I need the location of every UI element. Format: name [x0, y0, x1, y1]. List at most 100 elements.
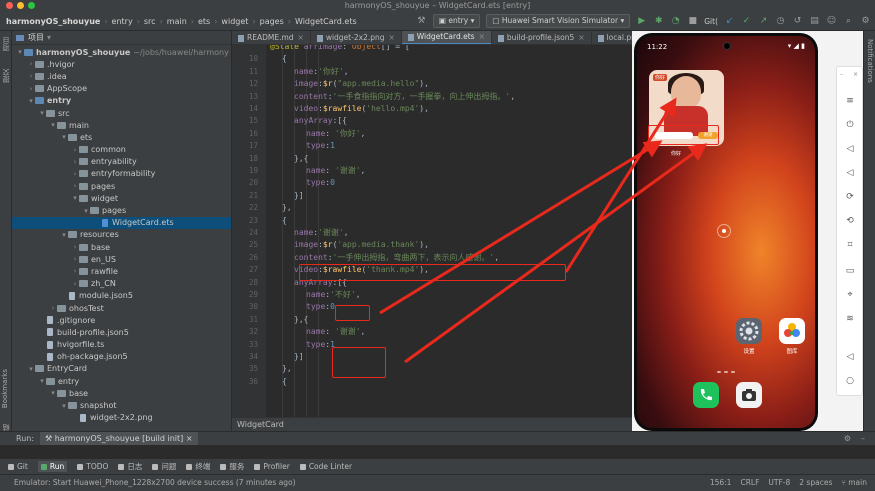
git-branch[interactable]: ⑂ main	[841, 475, 867, 491]
code-line[interactable]: 34}]	[232, 351, 632, 363]
tree-item[interactable]: ▾ harmonyOS_shouyue ~/jobs/huawei/harmony	[12, 46, 231, 58]
code-line[interactable]: 11 name:'你好',	[232, 66, 632, 78]
chevron-icon[interactable]: ›	[71, 255, 79, 263]
breadcrumb-item[interactable]: WidgetCard.ets	[295, 17, 357, 26]
code-line[interactable]: 23 {	[232, 215, 632, 227]
chevron-icon[interactable]: ›	[71, 267, 79, 275]
camera-app-icon[interactable]	[736, 382, 762, 408]
tree-item[interactable]: › entryformability	[12, 168, 231, 180]
module-selector[interactable]: ▣ entry ▾	[432, 14, 481, 28]
breadcrumb-item[interactable]: harmonyOS_shouyue	[6, 17, 100, 26]
tool-window-tab[interactable]: TODO	[77, 462, 108, 471]
line-separator[interactable]: CRLF	[740, 475, 759, 491]
code-line[interactable]: 36 {	[232, 376, 632, 388]
tool-window-tab[interactable]: Run	[37, 461, 68, 472]
user-icon[interactable]: ☺	[826, 16, 837, 27]
breadcrumb-item[interactable]: ets	[198, 17, 210, 26]
tree-item[interactable]: WidgetCard.ets	[12, 216, 231, 229]
home-icon[interactable]: ○	[844, 375, 856, 387]
window-controls[interactable]	[6, 2, 35, 9]
tool-window-tab[interactable]: Code Linter	[299, 462, 352, 471]
profile-icon[interactable]: ◔	[670, 16, 681, 27]
chevron-icon[interactable]: ›	[71, 170, 79, 178]
tree-item[interactable]: ▾ base	[12, 387, 231, 399]
close-tab-icon[interactable]: ×	[388, 31, 394, 44]
wifi-icon[interactable]: ≋	[844, 313, 856, 325]
chevron-icon[interactable]: ▾	[82, 207, 90, 215]
chevron-icon[interactable]: ▾	[38, 377, 46, 385]
code-line[interactable]: 14 video:$rawfile('hello.mp4'),	[232, 103, 632, 115]
tree-item[interactable]: ▾ entry	[12, 95, 231, 107]
code-line[interactable]: 26 content:'一手伸出拇指，弯曲两下，表示向人感谢。',	[232, 252, 632, 264]
search-icon[interactable]: ⌕	[843, 16, 854, 27]
editor-tab[interactable]: WidgetCard.ets ×	[401, 31, 492, 44]
tree-item[interactable]: ▾ main	[12, 119, 231, 131]
tree-item[interactable]: module.json5	[12, 290, 231, 302]
back-icon[interactable]: ◁	[844, 351, 856, 363]
breadcrumb-item[interactable]: main	[167, 17, 187, 26]
tree-item[interactable]: › entryability	[12, 156, 231, 168]
phone-app-icon[interactable]	[693, 382, 719, 408]
git-commit-icon[interactable]: ✓	[741, 16, 752, 27]
chevron-icon[interactable]: ▾	[60, 402, 68, 410]
hammer-icon[interactable]: ⚒	[416, 16, 427, 27]
chevron-icon[interactable]: ▾	[49, 121, 57, 129]
chevron-icon[interactable]: ▾	[49, 389, 57, 397]
chevron-icon[interactable]: ▾	[27, 97, 35, 105]
code-line[interactable]: 10 {	[232, 53, 632, 65]
close-icon[interactable]: ×	[853, 71, 858, 78]
code-line[interactable]: 30 type:0	[232, 301, 632, 313]
tree-item[interactable]: .gitignore	[12, 314, 231, 326]
chevron-icon[interactable]: ›	[27, 72, 35, 80]
chevron-icon[interactable]: ▾	[71, 194, 79, 202]
chevron-icon[interactable]: ▾	[27, 365, 35, 373]
close-tab-icon[interactable]: ×	[578, 31, 584, 44]
chevron-icon[interactable]: ›	[71, 182, 79, 190]
tree-item[interactable]: › common	[12, 144, 231, 156]
tool-window-tab[interactable]: 问题	[152, 461, 176, 472]
tree-item[interactable]: ▾ EntryCard	[12, 363, 231, 375]
project-panel-header[interactable]: 项目 ▾	[12, 31, 231, 45]
code-line[interactable]: 22},	[232, 202, 632, 214]
project-tool-tab[interactable]: 项目	[1, 37, 11, 51]
close-tab-icon[interactable]: ×	[479, 31, 485, 44]
code-line[interactable]: 16 name: '你好',	[232, 128, 632, 140]
minimize-window-icon[interactable]	[17, 2, 24, 9]
tree-item[interactable]: ▾ src	[12, 107, 231, 119]
tree-item[interactable]: hvigorfile.ts	[12, 339, 231, 351]
chevron-icon[interactable]: ›	[71, 243, 79, 251]
chevron-icon[interactable]: ›	[27, 60, 35, 68]
breadcrumb-item[interactable]: entry	[112, 17, 133, 26]
tool-window-tab[interactable]: 终端	[186, 461, 210, 472]
code-line[interactable]: 31},{	[232, 314, 632, 326]
gallery-app-icon[interactable]	[779, 318, 805, 344]
device-selector[interactable]: ▢ Huawei Smart Vision Simulator ▾	[486, 14, 631, 28]
tree-item[interactable]: › en_US	[12, 253, 231, 265]
code-line[interactable]: 15 anyArray:[{	[232, 115, 632, 127]
chevron-icon[interactable]: ›	[71, 280, 79, 288]
chevron-icon[interactable]: ›	[49, 304, 57, 312]
tree-item[interactable]: build-profile.json5	[12, 326, 231, 338]
tree-item[interactable]: › rawfile	[12, 265, 231, 277]
code-line[interactable]: 12 image:$r("app.media.hello"),	[232, 78, 632, 90]
rotate-left-icon[interactable]: ⟲	[844, 215, 856, 227]
code-line[interactable]: 18},{	[232, 153, 632, 165]
code-line[interactable]: 25 image:$r('app.media.thank'),	[232, 239, 632, 251]
tree-item[interactable]: ▾ entry	[12, 375, 231, 387]
tree-item[interactable]: › AppScope	[12, 83, 231, 95]
tool-window-tab[interactable]: Git	[8, 462, 28, 471]
code-line[interactable]: @State arrImage: Object[] = [	[232, 45, 632, 53]
tree-item[interactable]: › base	[12, 241, 231, 253]
code-line[interactable]: 21}]	[232, 190, 632, 202]
chevron-icon[interactable]: ›	[71, 158, 79, 166]
bookmarks-tool-tab[interactable]: Bookmarks	[1, 369, 9, 408]
chevron-icon[interactable]: ›	[71, 146, 79, 154]
rollback-icon[interactable]: ↺	[792, 16, 803, 27]
history-icon[interactable]: ◷	[775, 16, 786, 27]
editor-tab[interactable]: README.md ×	[232, 31, 311, 44]
run-settings-icon[interactable]: ⚙	[844, 432, 851, 446]
screenshot-icon[interactable]: ⌗	[844, 239, 856, 251]
floating-nav-icon[interactable]	[717, 224, 731, 238]
close-tab-icon[interactable]: ×	[298, 31, 304, 44]
tree-item[interactable]: ▾ widget	[12, 192, 231, 204]
